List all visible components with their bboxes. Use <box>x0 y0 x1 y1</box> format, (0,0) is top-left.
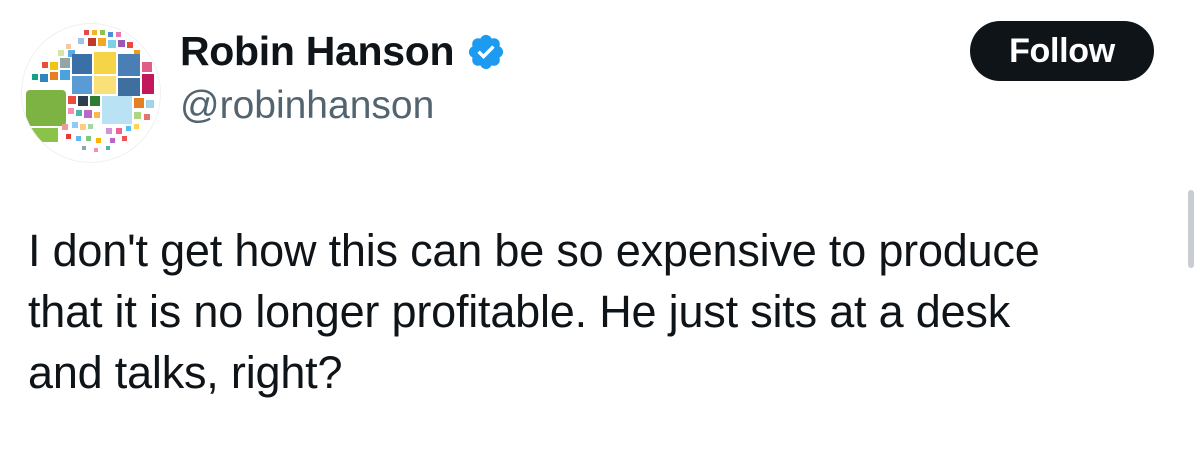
scrollbar[interactable] <box>1188 190 1194 268</box>
tweet-text: I don't get how this can be so expensive… <box>28 225 1040 398</box>
avatar[interactable] <box>22 24 160 162</box>
verified-badge-icon[interactable] <box>466 32 506 72</box>
follow-button[interactable]: Follow <box>970 21 1154 81</box>
avatar-mosaic-icon <box>26 30 154 152</box>
author-display-name[interactable]: Robin Hanson <box>180 26 455 76</box>
author-name-row: Robin Hanson <box>180 26 506 76</box>
author-handle[interactable]: @robinhanson <box>180 82 434 130</box>
tweet-card: Robin Hanson @robinhanson Follow I don't… <box>0 0 1200 459</box>
